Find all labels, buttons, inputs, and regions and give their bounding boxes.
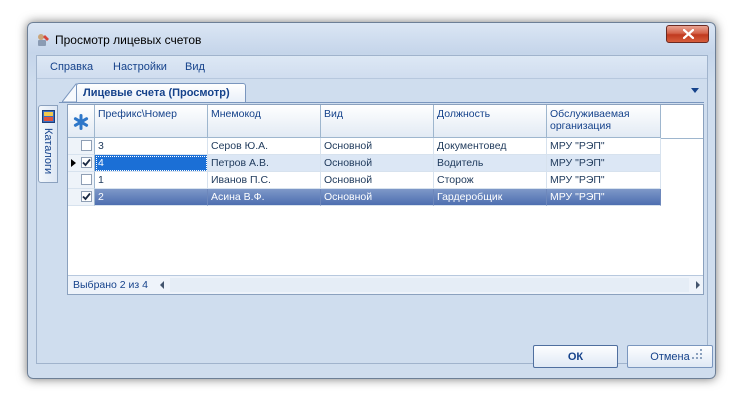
menu-bar: Справка Настройки Вид [37, 56, 707, 79]
position-cell[interactable]: Водитель [434, 155, 547, 172]
prefix-cell[interactable]: 2 [95, 189, 208, 206]
app-icon [38, 34, 49, 46]
type-cell[interactable]: Основной [321, 138, 434, 155]
current-row-arrow-icon [71, 159, 76, 167]
position-cell[interactable]: Документовед [434, 138, 547, 155]
asterisk-icon [73, 114, 89, 130]
title-bar[interactable]: Просмотр лицевых счетов [28, 23, 715, 55]
menu-settings[interactable]: Настройки [113, 61, 167, 73]
organization-cell[interactable]: МРУ "РЭП" [547, 189, 661, 206]
type-cell[interactable]: Основной [321, 155, 434, 172]
close-button[interactable] [666, 25, 709, 43]
selection-count: Выбрано 2 из 4 [73, 279, 148, 291]
window-title: Просмотр лицевых счетов [55, 33, 202, 47]
type-cell[interactable]: Основной [321, 189, 434, 206]
tab-accounts-view[interactable]: Лицевые счета (Просмотр) [76, 83, 246, 102]
grid-footer: Выбрано 2 из 4 [68, 275, 703, 294]
type-cell[interactable]: Основной [321, 172, 434, 189]
column-header-type[interactable]: Вид [321, 105, 434, 138]
organization-cell[interactable]: МРУ "РЭП" [547, 138, 661, 155]
column-header-mnemocode[interactable]: Мнемокод [208, 105, 321, 138]
grid-header-filler [661, 105, 703, 139]
checkmark-icon [82, 158, 91, 167]
accounts-grid: Префикс\Номер Мнемокод Вид Должность Обс… [67, 104, 704, 295]
ok-button[interactable]: ОК [533, 345, 618, 368]
resize-grip-icon[interactable] [692, 349, 702, 359]
catalog-icon [42, 110, 55, 123]
dialog-content: Справка Настройки Вид Каталоги Лицевые с… [36, 55, 713, 368]
row-selector[interactable] [68, 138, 95, 155]
mnemocode-cell[interactable]: Иванов П.С. [208, 172, 321, 189]
grid-header: Префикс\Номер Мнемокод Вид Должность Обс… [68, 105, 703, 139]
side-tab-catalogs[interactable]: Каталоги [38, 105, 58, 183]
position-cell[interactable]: Гардеробщик [434, 189, 547, 206]
chevron-down-icon[interactable] [691, 88, 699, 93]
row-checkbox[interactable] [81, 191, 92, 202]
column-header-organization[interactable]: Обслуживаемая организация [547, 105, 661, 138]
mnemocode-cell[interactable]: Асина В.Ф. [208, 189, 321, 206]
mnemocode-cell[interactable]: Серов Ю.А. [208, 138, 321, 155]
organization-cell[interactable]: МРУ "РЭП" [547, 155, 661, 172]
close-icon [683, 29, 694, 39]
row-selector[interactable] [68, 172, 95, 189]
organization-cell[interactable]: МРУ "РЭП" [547, 172, 661, 189]
tab-label: Лицевые счета (Просмотр) [83, 87, 230, 99]
prefix-cell[interactable]: 4 [95, 155, 208, 172]
mnemocode-cell[interactable]: Петров А.В. [208, 155, 321, 172]
scroll-left-icon[interactable] [160, 281, 164, 289]
row-checkbox[interactable] [81, 140, 92, 151]
grid-header-selector[interactable] [68, 105, 95, 138]
column-header-prefix[interactable]: Префикс\Номер [95, 105, 208, 138]
dialog-window: Просмотр лицевых счетов Справка Настройк… [27, 22, 716, 379]
row-selector[interactable] [68, 155, 95, 172]
tab-strip: Лицевые счета (Просмотр) [59, 82, 704, 103]
row-checkbox[interactable] [81, 174, 92, 185]
checkmark-icon [82, 192, 91, 201]
document-area: Лицевые счета (Просмотр) Префикс\Номер М… [59, 82, 704, 343]
scroll-track[interactable] [170, 278, 689, 292]
side-tab-label: Каталоги [42, 128, 54, 175]
horizontal-scrollbar[interactable] [158, 276, 703, 294]
table-row[interactable]: 4 Петров А.В. Основной Водитель МРУ "РЭП" [68, 155, 661, 172]
prefix-cell[interactable]: 3 [95, 138, 208, 155]
scroll-right-icon[interactable] [696, 281, 700, 289]
table-row[interactable]: 2 Асина В.Ф. Основной Гардеробщик МРУ "РЭП" [68, 189, 661, 206]
menu-view[interactable]: Вид [185, 61, 205, 73]
table-row[interactable]: 1 Иванов П.С. Основной Сторож МРУ "РЭП" [68, 172, 661, 189]
row-selector[interactable] [68, 189, 95, 206]
menu-help[interactable]: Справка [50, 61, 93, 73]
position-cell[interactable]: Сторож [434, 172, 547, 189]
column-header-position[interactable]: Должность [434, 105, 547, 138]
table-row[interactable]: 3 Серов Ю.А. Основной Документовед МРУ "РЭП" [68, 138, 661, 155]
prefix-cell[interactable]: 1 [95, 172, 208, 189]
row-checkbox[interactable] [81, 157, 92, 168]
